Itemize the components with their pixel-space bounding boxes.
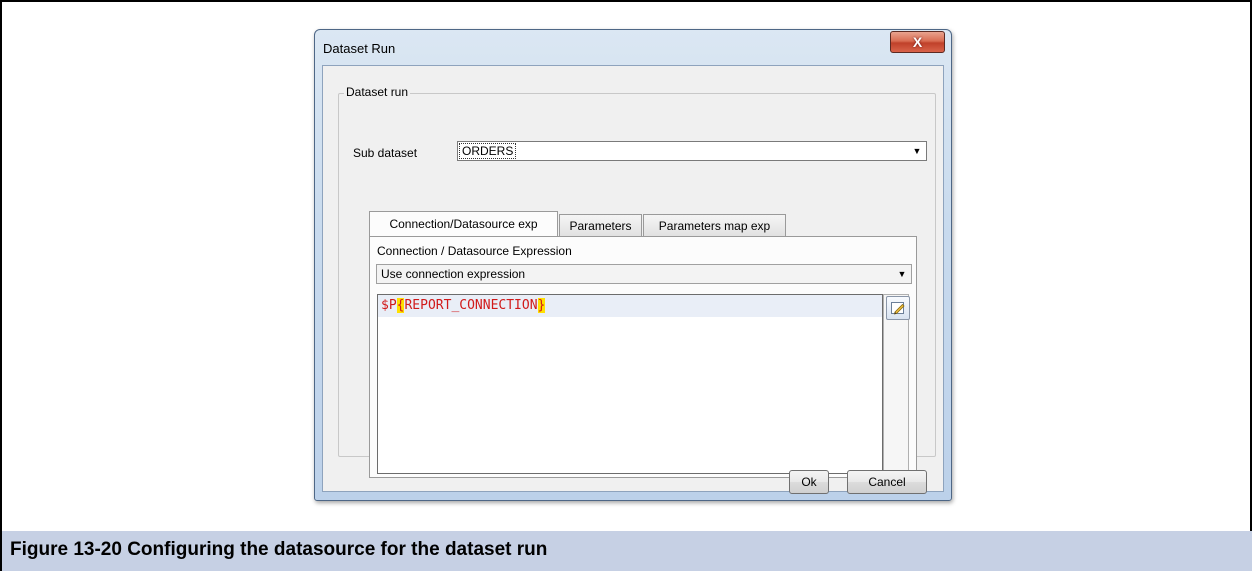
group-label: Dataset run [344,85,411,99]
chevron-down-icon[interactable]: ▼ [908,142,926,160]
connection-expression-label: Connection / Datasource Expression [377,244,572,258]
sub-dataset-select[interactable]: ORDERS ▼ [457,141,927,161]
cancel-label: Cancel [868,475,906,489]
pencil-edit-icon [891,302,905,315]
expression-prefix: $P [381,298,397,313]
expression-close-brace: } [537,298,546,313]
tab-label: Parameters [569,218,632,233]
connection-tab-panel: Connection / Datasource Expression Use c… [369,236,917,478]
editor-side-strip [883,294,909,474]
tab-parameters-map-exp[interactable]: Parameters map exp [643,214,786,236]
close-icon: X [912,34,923,50]
dataset-run-group: Dataset run Sub dataset ORDERS ▼ Connect… [338,85,936,478]
connection-mode-select[interactable]: Use connection expression ▼ [376,264,912,284]
figure-frame: Dataset Run X Dataset run Sub dataset OR… [0,0,1252,533]
expression-editor[interactable]: $P{REPORT_CONNECTION} [377,294,883,474]
cancel-button[interactable]: Cancel [847,470,927,494]
tab-connection-datasource-exp[interactable]: Connection/Datasource exp [369,211,558,236]
dialog-title: Dataset Run [323,41,396,56]
expression-text[interactable]: $P{REPORT_CONNECTION} [381,298,546,313]
figure-caption: Figure 13-20 Configuring the datasource … [10,539,548,560]
tab-label: Parameters map exp [658,218,771,233]
connection-mode-value: Use connection expression [381,267,526,281]
expression-body: REPORT_CONNECTION [404,298,538,313]
ok-button[interactable]: Ok [789,470,829,494]
sub-dataset-value: ORDERS [458,143,517,159]
tab-label: Connection/Datasource exp [389,217,538,231]
close-button[interactable]: X [890,31,945,53]
figure-caption-bar: Figure 13-20 Configuring the datasource … [0,531,1252,571]
ok-label: Ok [801,475,817,489]
dataset-run-dialog: Dataset Run X Dataset run Sub dataset OR… [314,29,952,501]
tab-parameters[interactable]: Parameters [559,214,642,236]
sub-dataset-label: Sub dataset [353,146,418,160]
chevron-down-icon[interactable]: ▼ [893,265,911,283]
edit-expression-button[interactable] [886,296,910,320]
dialog-client-area: Dataset run Sub dataset ORDERS ▼ Connect… [322,65,944,494]
